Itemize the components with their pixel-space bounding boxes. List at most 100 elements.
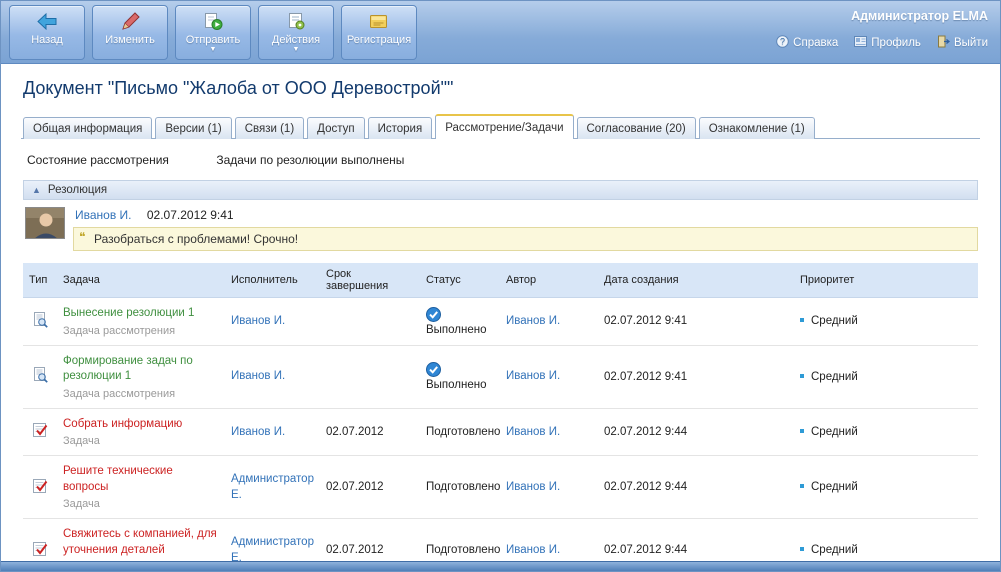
task-subtitle: Задача xyxy=(63,435,219,447)
tab-general-info[interactable]: Общая информация xyxy=(23,117,152,139)
status-label: Выполнено xyxy=(426,379,487,391)
logout-link-label: Выйти xyxy=(954,37,988,49)
resolution-meta: Иванов И. 02.07.2012 9:41 xyxy=(75,208,978,222)
due-date: 02.07.2012 xyxy=(320,456,420,519)
due-date xyxy=(320,298,420,346)
review-task-icon xyxy=(32,374,48,386)
resolution-author-link[interactable]: Иванов И. xyxy=(75,208,132,222)
resolution-datetime: 02.07.2012 9:41 xyxy=(147,208,234,222)
status-cell: Подготовлено xyxy=(420,456,500,519)
executor-link[interactable]: Иванов И. xyxy=(231,315,285,327)
collapse-icon: ▲ xyxy=(32,186,41,195)
edit-pencil-icon xyxy=(119,11,141,32)
profile-icon xyxy=(854,35,867,51)
logout-icon xyxy=(937,35,950,51)
task-title-link[interactable]: Решите технические вопросы xyxy=(63,464,219,495)
author-link[interactable]: Иванов И. xyxy=(506,370,560,382)
current-user: Администратор ELMA xyxy=(851,9,988,23)
review-state-line: Состояние рассмотрения Задачи по резолюц… xyxy=(27,153,976,167)
registration-icon xyxy=(368,11,390,32)
task-title-link[interactable]: Формирование задач по резолюции 1 xyxy=(63,354,219,385)
executor-link[interactable]: Администратор Е. xyxy=(231,536,314,561)
created-date: 02.07.2012 9:41 xyxy=(598,298,794,346)
priority-label: Средний xyxy=(811,544,858,556)
registration-button[interactable]: Регистрация xyxy=(341,5,417,60)
created-date: 02.07.2012 9:44 xyxy=(598,456,794,519)
task-row: Решите технические вопросы Задача Админист… xyxy=(23,456,978,519)
resolution-body: Иванов И. 02.07.2012 9:41 ❝ Разобраться … xyxy=(23,200,978,260)
quote-icon: ❝ xyxy=(79,230,85,244)
send-icon xyxy=(202,11,224,32)
help-link-label: Справка xyxy=(793,37,838,49)
status-label: Подготовлено xyxy=(426,481,500,493)
author-link[interactable]: Иванов И. xyxy=(506,544,560,556)
profile-link[interactable]: Профиль xyxy=(854,35,921,51)
task-row: Собрать информацию Задача Иванов И. 02.07.2… xyxy=(23,408,978,456)
task-row: Вынесение резолюции 1 Задача рассмотрения… xyxy=(23,298,978,346)
executor-link[interactable]: Иванов И. xyxy=(231,426,285,438)
status-cell: Выполнено xyxy=(420,345,500,408)
priority-bullet-icon xyxy=(800,429,804,433)
actions-button[interactable]: Действия ▼ xyxy=(258,5,334,60)
author-link[interactable]: Иванов И. xyxy=(506,315,560,327)
executor-link[interactable]: Администратор Е. xyxy=(231,473,314,501)
send-button[interactable]: Отправить ▼ xyxy=(175,5,251,60)
resolution-details: Иванов И. 02.07.2012 9:41 ❝ Разобраться … xyxy=(73,207,978,251)
task-subtitle: Задача рассмотрения xyxy=(63,325,219,337)
review-state-value: Задачи по резолюции выполнены xyxy=(216,153,404,167)
priority-label: Средний xyxy=(811,371,858,383)
actions-icon xyxy=(285,11,307,32)
tab-approval[interactable]: Согласование (20) xyxy=(577,117,696,139)
profile-link-label: Профиль xyxy=(871,37,921,49)
status-cell: Подготовлено xyxy=(420,408,500,456)
resolution-note: ❝ Разобраться с проблемами! Срочно! xyxy=(73,227,978,251)
tab-acquaintance[interactable]: Ознакомление (1) xyxy=(699,117,815,139)
tab-links[interactable]: Связи (1) xyxy=(235,117,304,139)
svg-text:?: ? xyxy=(780,37,785,47)
toolbar-right: Администратор ELMA ? Справка Профиль Вый… xyxy=(774,5,990,60)
author-link[interactable]: Иванов И. xyxy=(506,481,560,493)
priority-bullet-icon xyxy=(800,484,804,488)
send-button-label: Отправить xyxy=(186,34,241,46)
column-header-status: Статус xyxy=(420,263,500,298)
resolution-section-header[interactable]: ▲ Резолюция xyxy=(23,180,978,200)
created-date: 02.07.2012 9:44 xyxy=(598,519,794,561)
column-header-due: Срок завершения xyxy=(320,263,420,298)
tab-bar: Общая информация Версии (1) Связи (1) До… xyxy=(21,113,980,139)
due-date: 02.07.2012 xyxy=(320,408,420,456)
logout-link[interactable]: Выйти xyxy=(937,35,988,51)
task-table: Тип Задача Исполнитель Срок завершения С… xyxy=(23,263,978,561)
due-date: 02.07.2012 xyxy=(320,519,420,561)
tab-content: Состояние рассмотрения Задачи по резолюц… xyxy=(21,139,980,561)
task-subtitle: Задача рассмотрения xyxy=(63,388,219,400)
task-title-link[interactable]: Вынесение резолюции 1 xyxy=(63,306,194,322)
executor-link[interactable]: Иванов И. xyxy=(231,370,285,382)
resolution-section-title: Резолюция xyxy=(48,184,107,196)
back-icon xyxy=(36,11,58,32)
priority-bullet-icon xyxy=(800,318,804,322)
help-link[interactable]: ? Справка xyxy=(776,35,838,51)
dropdown-caret-icon: ▼ xyxy=(210,46,217,53)
tab-review-tasks[interactable]: Рассмотрение/Задачи xyxy=(435,114,573,139)
back-button[interactable]: Назад xyxy=(9,5,85,60)
due-date xyxy=(320,345,420,408)
actions-button-label: Действия xyxy=(272,34,320,46)
task-subtitle: Задача xyxy=(63,498,219,510)
tab-history[interactable]: История xyxy=(368,117,433,139)
tab-access[interactable]: Доступ xyxy=(307,117,364,139)
task-title-link[interactable]: Свяжитесь с компанией, для уточнения дет… xyxy=(63,527,219,558)
priority-bullet-icon xyxy=(800,547,804,551)
status-label: Подготовлено xyxy=(426,544,500,556)
column-header-task: Задача xyxy=(57,263,225,298)
review-task-icon xyxy=(32,319,48,331)
author-link[interactable]: Иванов И. xyxy=(506,426,560,438)
task-title-link[interactable]: Собрать информацию xyxy=(63,417,182,433)
status-label: Подготовлено xyxy=(426,426,500,438)
edit-button[interactable]: Изменить xyxy=(92,5,168,60)
priority-bullet-icon xyxy=(800,374,804,378)
column-header-type: Тип xyxy=(23,263,57,298)
tab-versions[interactable]: Версии (1) xyxy=(155,117,231,139)
task-icon xyxy=(32,429,48,441)
status-cell: Выполнено xyxy=(420,298,500,346)
back-button-label: Назад xyxy=(31,34,63,46)
